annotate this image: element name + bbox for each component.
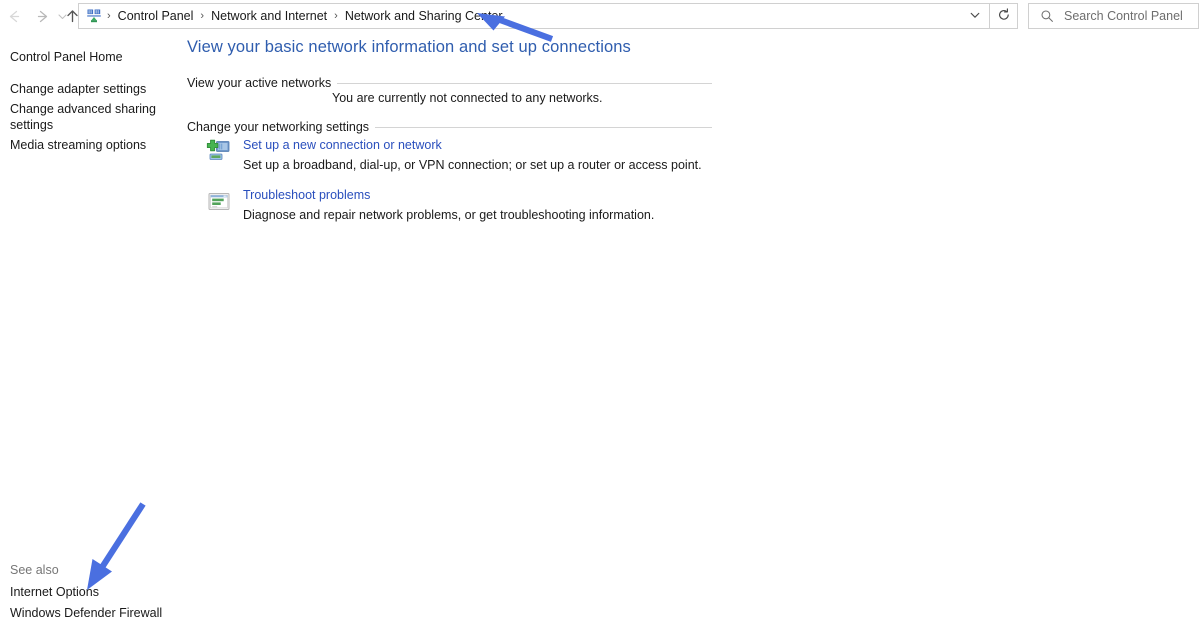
search-input[interactable]: Search Control Panel <box>1064 9 1183 23</box>
arrow-left-icon <box>6 8 23 25</box>
address-bar-dropdown-button[interactable] <box>960 3 990 29</box>
breadcrumb-separator: › <box>107 10 111 22</box>
chevron-down-icon <box>969 9 981 24</box>
page-title: View your basic network information and … <box>187 38 631 56</box>
sidebar-item-internet-options[interactable]: Internet Options <box>10 585 99 599</box>
control-panel-icon <box>86 8 102 24</box>
sidebar: Control Panel Home Change adapter settin… <box>0 32 180 627</box>
sidebar-item-media-streaming-options[interactable]: Media streaming options <box>10 137 170 153</box>
address-bar[interactable]: › Control Panel › Network and Internet ›… <box>78 3 990 29</box>
task-description: Set up a broadband, dial-up, or VPN conn… <box>243 158 702 172</box>
breadcrumb-separator: › <box>200 10 205 22</box>
arrow-right-icon <box>34 8 51 25</box>
active-networks-status-text: You are currently not connected to any n… <box>332 91 603 105</box>
toolbar: › Control Panel › Network and Internet ›… <box>0 0 1200 32</box>
breadcrumb-separator: › <box>334 10 338 22</box>
sidebar-item-change-adapter-settings[interactable]: Change adapter settings <box>10 81 170 97</box>
refresh-button[interactable] <box>990 3 1018 29</box>
section-heading-active-networks: View your active networks <box>187 76 338 90</box>
search-icon <box>1040 9 1054 23</box>
section-heading-networking-settings: Change your networking settings <box>187 120 376 134</box>
troubleshoot-icon <box>205 188 233 216</box>
task-description: Diagnose and repair network problems, or… <box>243 208 655 222</box>
sidebar-item-change-advanced-sharing-settings[interactable]: Change advanced sharing settings <box>10 101 170 133</box>
breadcrumb-item-control-panel[interactable]: Control Panel <box>116 9 196 23</box>
link-troubleshoot-problems[interactable]: Troubleshoot problems <box>243 188 370 202</box>
sidebar-item-control-panel-home[interactable]: Control Panel Home <box>10 49 170 65</box>
search-box[interactable]: Search Control Panel <box>1028 3 1199 29</box>
main-content: View your basic network information and … <box>180 32 1200 627</box>
new-connection-icon <box>205 138 233 166</box>
back-button[interactable] <box>0 0 28 32</box>
refresh-icon <box>997 7 1011 25</box>
see-also-heading: See also <box>10 563 59 577</box>
breadcrumb-item-network-and-internet[interactable]: Network and Internet <box>209 9 329 23</box>
link-set-up-a-new-connection-or-network[interactable]: Set up a new connection or network <box>243 138 442 152</box>
sidebar-item-windows-defender-firewall[interactable]: Windows Defender Firewall <box>10 606 162 620</box>
breadcrumb-item-network-and-sharing-center[interactable]: Network and Sharing Center <box>343 9 505 23</box>
